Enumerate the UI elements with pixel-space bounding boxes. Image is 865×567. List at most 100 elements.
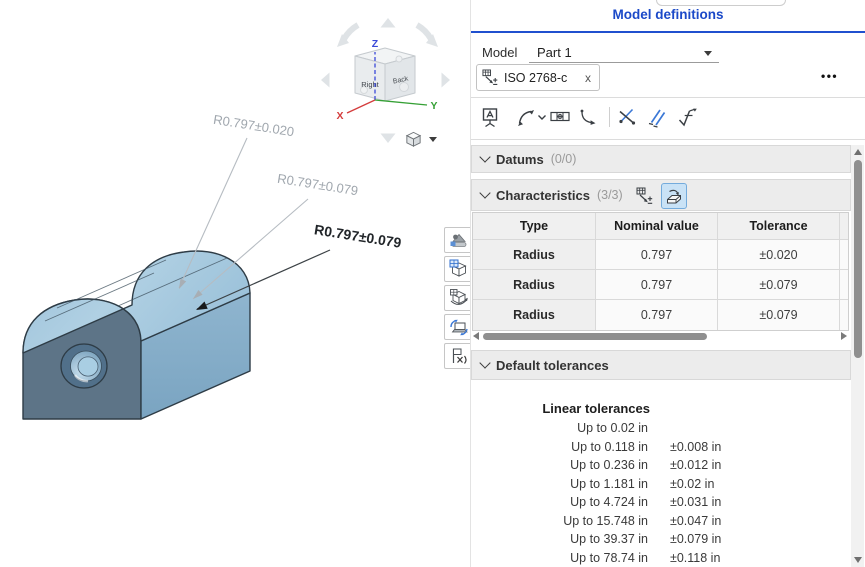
chevron-down-icon [479,151,490,162]
roll-ccw-arrow-icon[interactable] [344,25,358,39]
linear-tolerance-row: Up to 0.02 in [471,419,851,438]
device-sync-icon [449,317,469,337]
view-cube-face-right-label[interactable]: Right [361,80,379,89]
tolerance-range: Up to 0.236 in [471,458,648,472]
tolerance-value: ±0.02 in [670,477,714,491]
tolerance-range: Up to 0.02 in [471,421,648,435]
section-header-default-tolerances[interactable]: Default tolerances [471,350,851,380]
table-row[interactable]: Radius 0.797 ±0.020 [473,240,848,270]
dimension-tool-button[interactable] [514,104,536,130]
col-header-tolerance: Tolerance [718,213,840,240]
intersection-tool-button[interactable] [616,104,638,130]
rotate-left-arrow-icon[interactable] [321,73,330,88]
table-row[interactable]: Radius 0.797 ±0.079 [473,300,848,330]
more-options-button[interactable]: ••• [821,69,855,89]
col-header-extra [840,213,848,240]
cell-nominal[interactable]: 0.797 [596,270,718,300]
cell-tolerance[interactable]: ±0.079 [718,270,840,300]
parallel-tool-button[interactable] [646,104,668,130]
chevron-down-icon [479,357,490,368]
characteristics-count: (3/3) [597,188,623,202]
model-select[interactable]: Part 1 [537,45,697,60]
dimension-leader-icon [514,106,536,128]
table-row[interactable]: Radius 0.797 ±0.079 [473,270,848,300]
linear-tolerance-row: Up to 39.37 in ±0.079 in [471,530,851,549]
model-select-caret-icon[interactable] [704,51,712,56]
scroll-right-arrow-icon[interactable] [841,332,847,340]
cell-nominal[interactable]: 0.797 [596,240,718,270]
leader-note-icon [579,106,601,128]
surface-finish-icon [676,106,698,128]
axis-x-label: X [336,110,343,122]
linear-tolerance-row: Up to 4.724 in ±0.031 in [471,493,851,512]
table-horizontal-scrollbar[interactable] [472,331,849,341]
view-cube-body[interactable] [355,48,415,101]
axis-z-label: Z [372,38,379,50]
toolbar-separator [609,107,610,127]
panel-vertical-scrollbar[interactable] [851,145,864,567]
rotate-down-arrow-icon[interactable] [381,134,396,144]
tolerance-value: ±0.012 in [670,458,721,472]
dimension-label-1[interactable]: R0.797±0.020 [212,112,295,140]
flag-variable-icon [449,346,469,366]
scroll-left-arrow-icon[interactable] [473,332,479,340]
cell-type[interactable]: Radius [473,270,596,300]
viewport-canvas[interactable]: Right Back Z X Y [0,0,470,567]
tolerance-value: ±0.079 in [670,532,721,546]
part-model[interactable] [23,251,250,419]
horizontal-scroll-thumb[interactable] [483,333,707,340]
cell-type[interactable]: Radius [473,240,596,270]
chevron-down-icon [479,187,490,198]
feature-control-frame-button[interactable] [549,104,571,130]
rotate-right-arrow-icon[interactable] [442,73,451,88]
datum-feature-icon [479,106,501,128]
viewport-3d[interactable]: Right Back Z X Y [0,0,470,567]
linear-tolerance-row: Up to 78.74 in ±0.118 in [471,549,851,567]
scroll-up-arrow-icon[interactable] [854,149,862,155]
model-label: Model [482,45,517,60]
tolerance-standard-chip[interactable]: ISO 2768-c x [476,64,600,91]
section-header-datums[interactable]: Datums (0/0) [471,145,851,173]
tolerance-range: Up to 0.118 in [471,440,648,454]
divider [471,97,865,98]
intersection-icon [616,106,638,128]
cell-type[interactable]: Radius [473,300,596,330]
cell-tolerance[interactable]: ±0.079 [718,300,840,330]
cell-tolerance[interactable]: ±0.020 [718,240,840,270]
fcf-icon [549,106,571,128]
dimension-label-2[interactable]: R0.797±0.079 [276,171,359,199]
part-counterbore-hole[interactable] [61,344,107,388]
datums-count: (0/0) [551,152,577,166]
surface-finish-tool-button[interactable] [676,104,698,130]
appearance-icon [449,230,469,250]
table-header-row: Type Nominal value Tolerance [473,213,848,240]
rotate-up-arrow-icon[interactable] [381,18,396,28]
tolerance-range: Up to 4.724 in [471,495,648,509]
axis-y-label: Y [430,100,437,112]
linear-tolerance-row: Up to 0.118 in ±0.008 in [471,438,851,457]
col-header-type: Type [473,213,596,240]
linear-tolerance-row: Up to 1.181 in ±0.02 in [471,475,851,494]
scroll-down-arrow-icon[interactable] [854,557,862,563]
leader-note-button[interactable] [579,104,601,130]
dimension-tool-dropdown[interactable] [536,104,548,130]
tolerance-value: ±0.031 in [670,495,721,509]
view-options-caret-icon [429,137,437,142]
tolerance-range: Up to 78.74 in [471,551,648,565]
linear-tolerance-row: Up to 0.236 in ±0.012 in [471,456,851,475]
datum-feature-tool-button[interactable] [479,104,501,130]
view-options-button[interactable] [404,126,448,152]
panel-title-tab[interactable]: Model definitions [471,7,865,22]
chip-close-button[interactable]: x [584,71,592,85]
roll-cw-arrow-icon[interactable] [417,25,431,39]
divider [471,139,865,140]
view-cube[interactable]: Right Back Z X Y [321,18,450,143]
linear-tolerances-list: Up to 0.02 in Up to 0.118 in ±0.008 in U… [471,419,851,567]
pick-from-model-button[interactable] [661,183,687,209]
tolerance-table-tool-button[interactable] [632,183,658,209]
section-header-characteristics[interactable]: Characteristics (3/3) [471,179,851,211]
dimension-label-3-selected[interactable]: R0.797±0.079 [313,221,402,251]
cell-nominal[interactable]: 0.797 [596,300,718,330]
leader-line-2 [193,199,308,299]
vertical-scroll-thumb[interactable] [854,160,862,358]
